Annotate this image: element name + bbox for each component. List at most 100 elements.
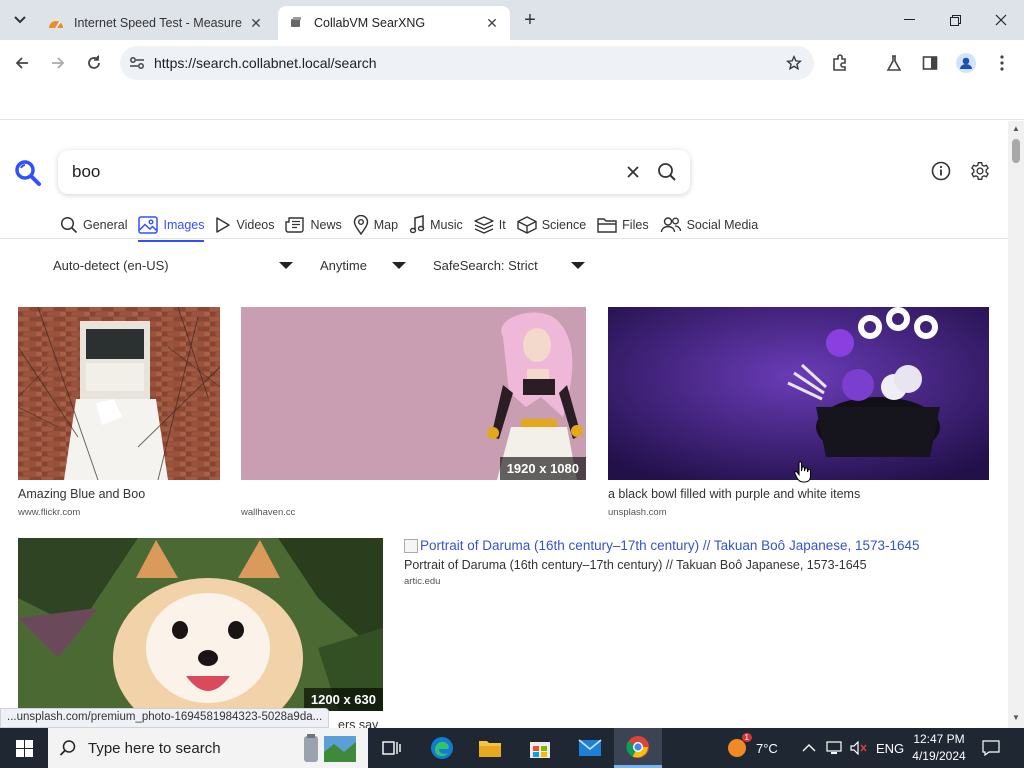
- people-icon: [660, 217, 681, 233]
- close-icon[interactable]: ✕: [248, 15, 264, 31]
- profile-avatar-icon[interactable]: [954, 51, 978, 75]
- safesearch-value: SafeSearch: Strict: [433, 257, 538, 273]
- tab-news[interactable]: News: [283, 211, 350, 239]
- taskbar-clock[interactable]: 12:47 PM 4/19/2024: [908, 731, 970, 765]
- store-app[interactable]: [516, 728, 564, 768]
- tab-label: Music: [430, 218, 463, 232]
- tab-search-button[interactable]: [6, 6, 34, 34]
- image-result[interactable]: Portrait of Daruma (16th century–17th ce…: [404, 538, 994, 587]
- result-thumbnail[interactable]: [18, 307, 220, 480]
- bookmark-star-icon[interactable]: [774, 55, 814, 71]
- site-info-icon[interactable]: [120, 56, 154, 70]
- hand-cursor-icon: [794, 461, 812, 483]
- tab-images[interactable]: Images: [136, 211, 213, 242]
- file-explorer-app[interactable]: [466, 728, 514, 768]
- task-view-button[interactable]: [368, 728, 416, 768]
- image-result[interactable]: 1920 x 1080 wallhaven.cc: [241, 307, 586, 527]
- image-result[interactable]: a black bowl filled with purple and whit…: [608, 307, 989, 527]
- image-result[interactable]: Amazing Blue and Boo www.flickr.com: [18, 307, 220, 527]
- taskbar-search[interactable]: Type here to search: [48, 728, 368, 768]
- tab-social-media[interactable]: Social Media: [658, 211, 768, 239]
- input-language-button[interactable]: ENG: [876, 728, 904, 768]
- close-window-button[interactable]: [978, 0, 1024, 40]
- searxng-logo-icon[interactable]: [14, 159, 42, 187]
- safesearch-select[interactable]: SafeSearch: Strict: [433, 254, 538, 276]
- clear-search-button[interactable]: [616, 155, 650, 189]
- start-button[interactable]: [0, 728, 48, 768]
- language-select[interactable]: Auto-detect (en-US): [53, 254, 169, 276]
- chrome-app[interactable]: [614, 728, 662, 768]
- forward-button[interactable]: [44, 49, 72, 77]
- browser-toolbar: https://search.collabnet.local/search: [0, 40, 1024, 86]
- reload-button[interactable]: [80, 49, 108, 77]
- chrome-icon: [626, 735, 649, 758]
- result-thumbnail[interactable]: 1200 x 630: [18, 538, 383, 711]
- result-thumbnail[interactable]: [608, 307, 989, 480]
- newspaper-icon: [285, 217, 305, 233]
- language-select-arrow[interactable]: [278, 254, 294, 276]
- result-caption[interactable]: a black bowl filled with purple and whit…: [608, 487, 860, 501]
- more-menu-icon[interactable]: [990, 51, 1014, 75]
- tab-speed-test[interactable]: Internet Speed Test - Measure ✕: [38, 6, 274, 40]
- tab-files[interactable]: Files: [595, 211, 657, 239]
- tab-general[interactable]: General: [58, 211, 136, 239]
- search-icon: [60, 216, 78, 234]
- address-bar[interactable]: https://search.collabnet.local/search: [120, 46, 814, 80]
- tab-science[interactable]: Science: [515, 211, 595, 239]
- show-hidden-icons-button[interactable]: [802, 728, 816, 768]
- folder-icon: [479, 741, 501, 757]
- arrow-left-icon: [15, 57, 28, 69]
- result-caption[interactable]: Portrait of Daruma (16th century–17th ce…: [404, 558, 994, 572]
- broken-image-alt[interactable]: Portrait of Daruma (16th century–17th ce…: [404, 538, 994, 553]
- restore-icon: [949, 14, 961, 26]
- result-caption[interactable]: Amazing Blue and Boo: [18, 487, 145, 501]
- time-range-select-arrow[interactable]: [391, 254, 407, 276]
- arrow-right-icon: [52, 57, 65, 69]
- tab-it[interactable]: It: [472, 211, 515, 239]
- close-icon[interactable]: ✕: [484, 15, 500, 31]
- scroll-up-icon[interactable]: ▲: [1012, 124, 1020, 133]
- reload-icon: [88, 55, 100, 69]
- minimize-button[interactable]: [886, 0, 932, 40]
- time-range-value: Anytime: [320, 257, 367, 273]
- page-scrollbar[interactable]: ▲ ▼: [1008, 121, 1024, 728]
- time-range-select[interactable]: Anytime: [320, 254, 367, 276]
- tab-label: Images: [163, 218, 205, 232]
- clock-time: 12:47 PM: [913, 732, 965, 746]
- edge-icon: [431, 737, 453, 759]
- result-caption[interactable]: ers say: [338, 718, 378, 728]
- speaker-muted-icon: [850, 741, 867, 755]
- search-submit-button[interactable]: [650, 155, 684, 189]
- close-icon: [627, 166, 639, 178]
- network-status-button[interactable]: [826, 728, 842, 768]
- weather-widget[interactable]: 1 7°C: [726, 728, 778, 768]
- searxng-page: General Images Videos News Map Music It: [0, 121, 1008, 728]
- link-status-bar: ...unsplash.com/premium_photo-1694581984…: [0, 708, 330, 728]
- tab-videos[interactable]: Videos: [213, 211, 283, 239]
- taskbar-search-placeholder: Type here to search: [88, 739, 221, 757]
- notifications-button[interactable]: [982, 728, 1000, 768]
- tab-map[interactable]: Map: [351, 211, 407, 239]
- about-info-icon[interactable]: [929, 159, 953, 183]
- search-input[interactable]: [72, 162, 616, 182]
- side-panel-icon[interactable]: [918, 51, 942, 75]
- edge-app[interactable]: [418, 728, 466, 768]
- tab-searxng[interactable]: CollabVM SearXNG ✕: [278, 6, 510, 40]
- settings-gear-icon[interactable]: [968, 159, 992, 183]
- safesearch-select-arrow[interactable]: [570, 254, 586, 276]
- map-pin-icon: [353, 215, 369, 235]
- chevron-up-icon: [802, 744, 816, 752]
- new-tab-button[interactable]: +: [518, 8, 542, 32]
- back-button[interactable]: [8, 49, 36, 77]
- image-result[interactable]: 1200 x 630 ers say: [18, 538, 383, 728]
- scroll-down-icon[interactable]: ▼: [1012, 713, 1020, 722]
- broken-image-icon: [404, 538, 418, 553]
- scrollbar-thumb[interactable]: [1012, 139, 1020, 163]
- result-thumbnail[interactable]: 1920 x 1080: [241, 307, 586, 480]
- extensions-icon[interactable]: [828, 51, 852, 75]
- tab-music[interactable]: Music: [407, 211, 472, 239]
- mail-app[interactable]: [566, 728, 614, 768]
- labs-flask-icon[interactable]: [882, 51, 906, 75]
- restore-button[interactable]: [932, 0, 978, 40]
- volume-button[interactable]: [850, 728, 868, 768]
